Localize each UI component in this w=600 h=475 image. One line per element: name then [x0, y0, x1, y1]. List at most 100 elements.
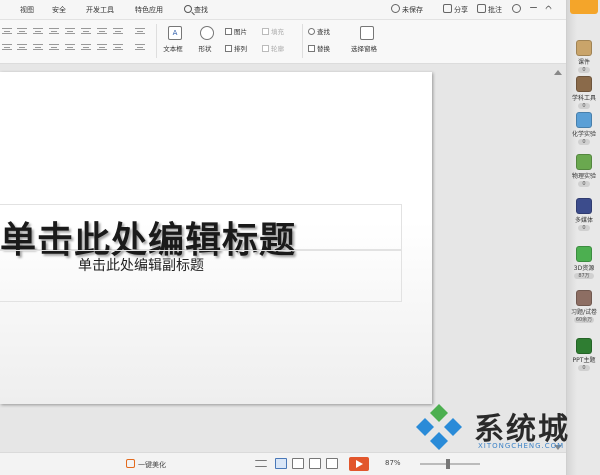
outline-label: 轮廓: [271, 45, 284, 53]
columns-button[interactable]: [97, 28, 107, 34]
decrease-indent-button[interactable]: [33, 28, 43, 34]
taskpane-item-badge: 60余万: [574, 317, 594, 323]
distributed-button[interactable]: [65, 44, 75, 50]
taskpane-item-badge: 0: [578, 225, 590, 231]
align-center-button[interactable]: [17, 44, 27, 50]
slideshow-play-button[interactable]: [349, 457, 369, 471]
more-icon: [530, 7, 537, 8]
help-button[interactable]: [512, 4, 523, 14]
slide[interactable]: 单击此处编辑标题 单击此处编辑副标题: [0, 72, 432, 404]
zoom-slider-handle[interactable]: [446, 459, 450, 469]
select-pane-icon: [360, 26, 374, 40]
taskpane-item-exercises[interactable]: 习题/试卷 60余万: [567, 290, 600, 323]
subtitle-placeholder[interactable]: 单击此处编辑副标题: [0, 250, 402, 302]
arrange-button[interactable]: 排列: [225, 43, 247, 53]
taskpane-logo: [570, 0, 598, 14]
tab-special-apps[interactable]: 特色应用: [135, 5, 163, 15]
align-bottom-button[interactable]: [113, 44, 123, 50]
taskpane-item-multimedia[interactable]: 多媒体 0: [567, 198, 600, 231]
slide-canvas: 单击此处编辑标题 单击此处编辑副标题: [0, 64, 566, 452]
textbox-label: 文本框: [163, 45, 183, 53]
replace-button[interactable]: 替换: [308, 43, 330, 53]
zoom-level[interactable]: 87%: [385, 459, 401, 467]
taskpane-item-badge: 0: [578, 103, 590, 109]
picture-icon: [225, 28, 232, 35]
textbox-button[interactable]: A 文本框: [163, 26, 186, 53]
taskpane-item-badge: 87万: [574, 273, 594, 279]
taskpane-item-3d-resources[interactable]: 3D资源 87万: [567, 246, 600, 279]
smartart-button[interactable]: [135, 28, 145, 34]
reading-view-button[interactable]: [309, 458, 321, 469]
unsaved-button[interactable]: 未保存: [391, 4, 423, 15]
watermark-logo-icon: [416, 404, 462, 450]
outline-button[interactable]: 轮廓: [262, 43, 284, 53]
more-button[interactable]: [530, 4, 539, 12]
tab-security[interactable]: 安全: [52, 5, 66, 15]
align-middle-button[interactable]: [97, 44, 107, 50]
tab-search-label: 查找: [194, 6, 208, 14]
annotate-button[interactable]: 批注: [477, 4, 502, 15]
paragraph-settings-button[interactable]: [135, 44, 145, 50]
taskpane-item-subject-tools[interactable]: 学科工具 0: [567, 76, 600, 109]
ribbon-divider: [156, 24, 157, 58]
cloud-icon: [391, 4, 400, 13]
select-pane-button[interactable]: 选择窗格: [351, 26, 378, 53]
find-button[interactable]: 查找: [308, 26, 330, 36]
ribbon: A 文本框 形状 图片 填充 排列 轮廓 查找 替换 选择窗格: [0, 20, 566, 64]
taskpane-item-physics-lab[interactable]: 物理实验 0: [567, 154, 600, 187]
tab-search[interactable]: 查找: [184, 5, 208, 15]
text-align-button[interactable]: [113, 28, 123, 34]
slide-sorter-button[interactable]: [292, 458, 304, 469]
taskpane-item-label: 学科工具: [571, 95, 596, 102]
replace-label: 替换: [317, 45, 330, 53]
ribbon-divider: [302, 24, 303, 58]
shape-button[interactable]: 形状: [196, 26, 218, 53]
align-right-button[interactable]: [33, 44, 43, 50]
chemistry-lab-icon: [576, 112, 592, 128]
line-spacing-button[interactable]: [65, 28, 75, 34]
taskpane-item-ppt-themes[interactable]: PPT主题 0: [567, 338, 600, 371]
align-top-button[interactable]: [81, 44, 91, 50]
collapse-ribbon-button[interactable]: [544, 4, 553, 13]
fill-icon: [262, 28, 269, 35]
title-placeholder[interactable]: 单击此处编辑标题: [0, 204, 402, 261]
fill-button[interactable]: 填充: [262, 26, 284, 36]
unsaved-label: 未保存: [402, 6, 423, 14]
picture-button[interactable]: 图片: [225, 26, 247, 36]
slide-subtitle: 单击此处编辑副标题: [78, 258, 204, 274]
select-pane-label: 选择窗格: [351, 45, 377, 53]
courseware-icon: [576, 40, 592, 56]
tab-developer-tools[interactable]: 开发工具: [86, 5, 114, 15]
annotate-label: 批注: [488, 6, 502, 14]
textbox-icon: A: [168, 26, 182, 40]
increase-indent-button[interactable]: [49, 28, 59, 34]
zoom-slider[interactable]: [420, 459, 480, 469]
align-left-button[interactable]: [2, 44, 12, 50]
share-button[interactable]: 分享: [443, 4, 468, 15]
taskpane-item-label: 课件: [577, 59, 590, 66]
share-label: 分享: [454, 6, 468, 14]
text-direction-button[interactable]: [81, 28, 91, 34]
tab-view[interactable]: 视图: [20, 5, 34, 15]
scroll-up-icon[interactable]: [554, 70, 562, 75]
menu-bar: 视图 安全 开发工具 特色应用 查找 未保存 分享 批注: [0, 0, 566, 20]
numbered-list-button[interactable]: [17, 28, 27, 34]
chevron-up-icon: [544, 4, 553, 13]
physics-lab-icon: [576, 154, 592, 170]
find-label: 查找: [317, 28, 330, 36]
vertical-scrollbar[interactable]: [553, 68, 563, 452]
taskpane-item-badge: 0: [578, 365, 590, 371]
arrange-icon: [225, 45, 232, 52]
share-icon: [443, 4, 452, 13]
normal-view-button[interactable]: [275, 458, 287, 469]
taskpane-item-courseware[interactable]: 课件 0: [567, 40, 600, 73]
comment-view-button[interactable]: [326, 458, 338, 469]
taskpane-item-label: 化学实验: [571, 131, 596, 138]
justify-button[interactable]: [49, 44, 59, 50]
help-icon: [512, 4, 521, 13]
subject-tools-icon: [576, 76, 592, 92]
one-click-beautify-button[interactable]: 一键美化: [126, 459, 166, 470]
bullet-list-button[interactable]: [2, 28, 12, 34]
taskpane-item-chemistry-lab[interactable]: 化学实验 0: [567, 112, 600, 145]
notes-toggle-button[interactable]: [255, 460, 267, 467]
